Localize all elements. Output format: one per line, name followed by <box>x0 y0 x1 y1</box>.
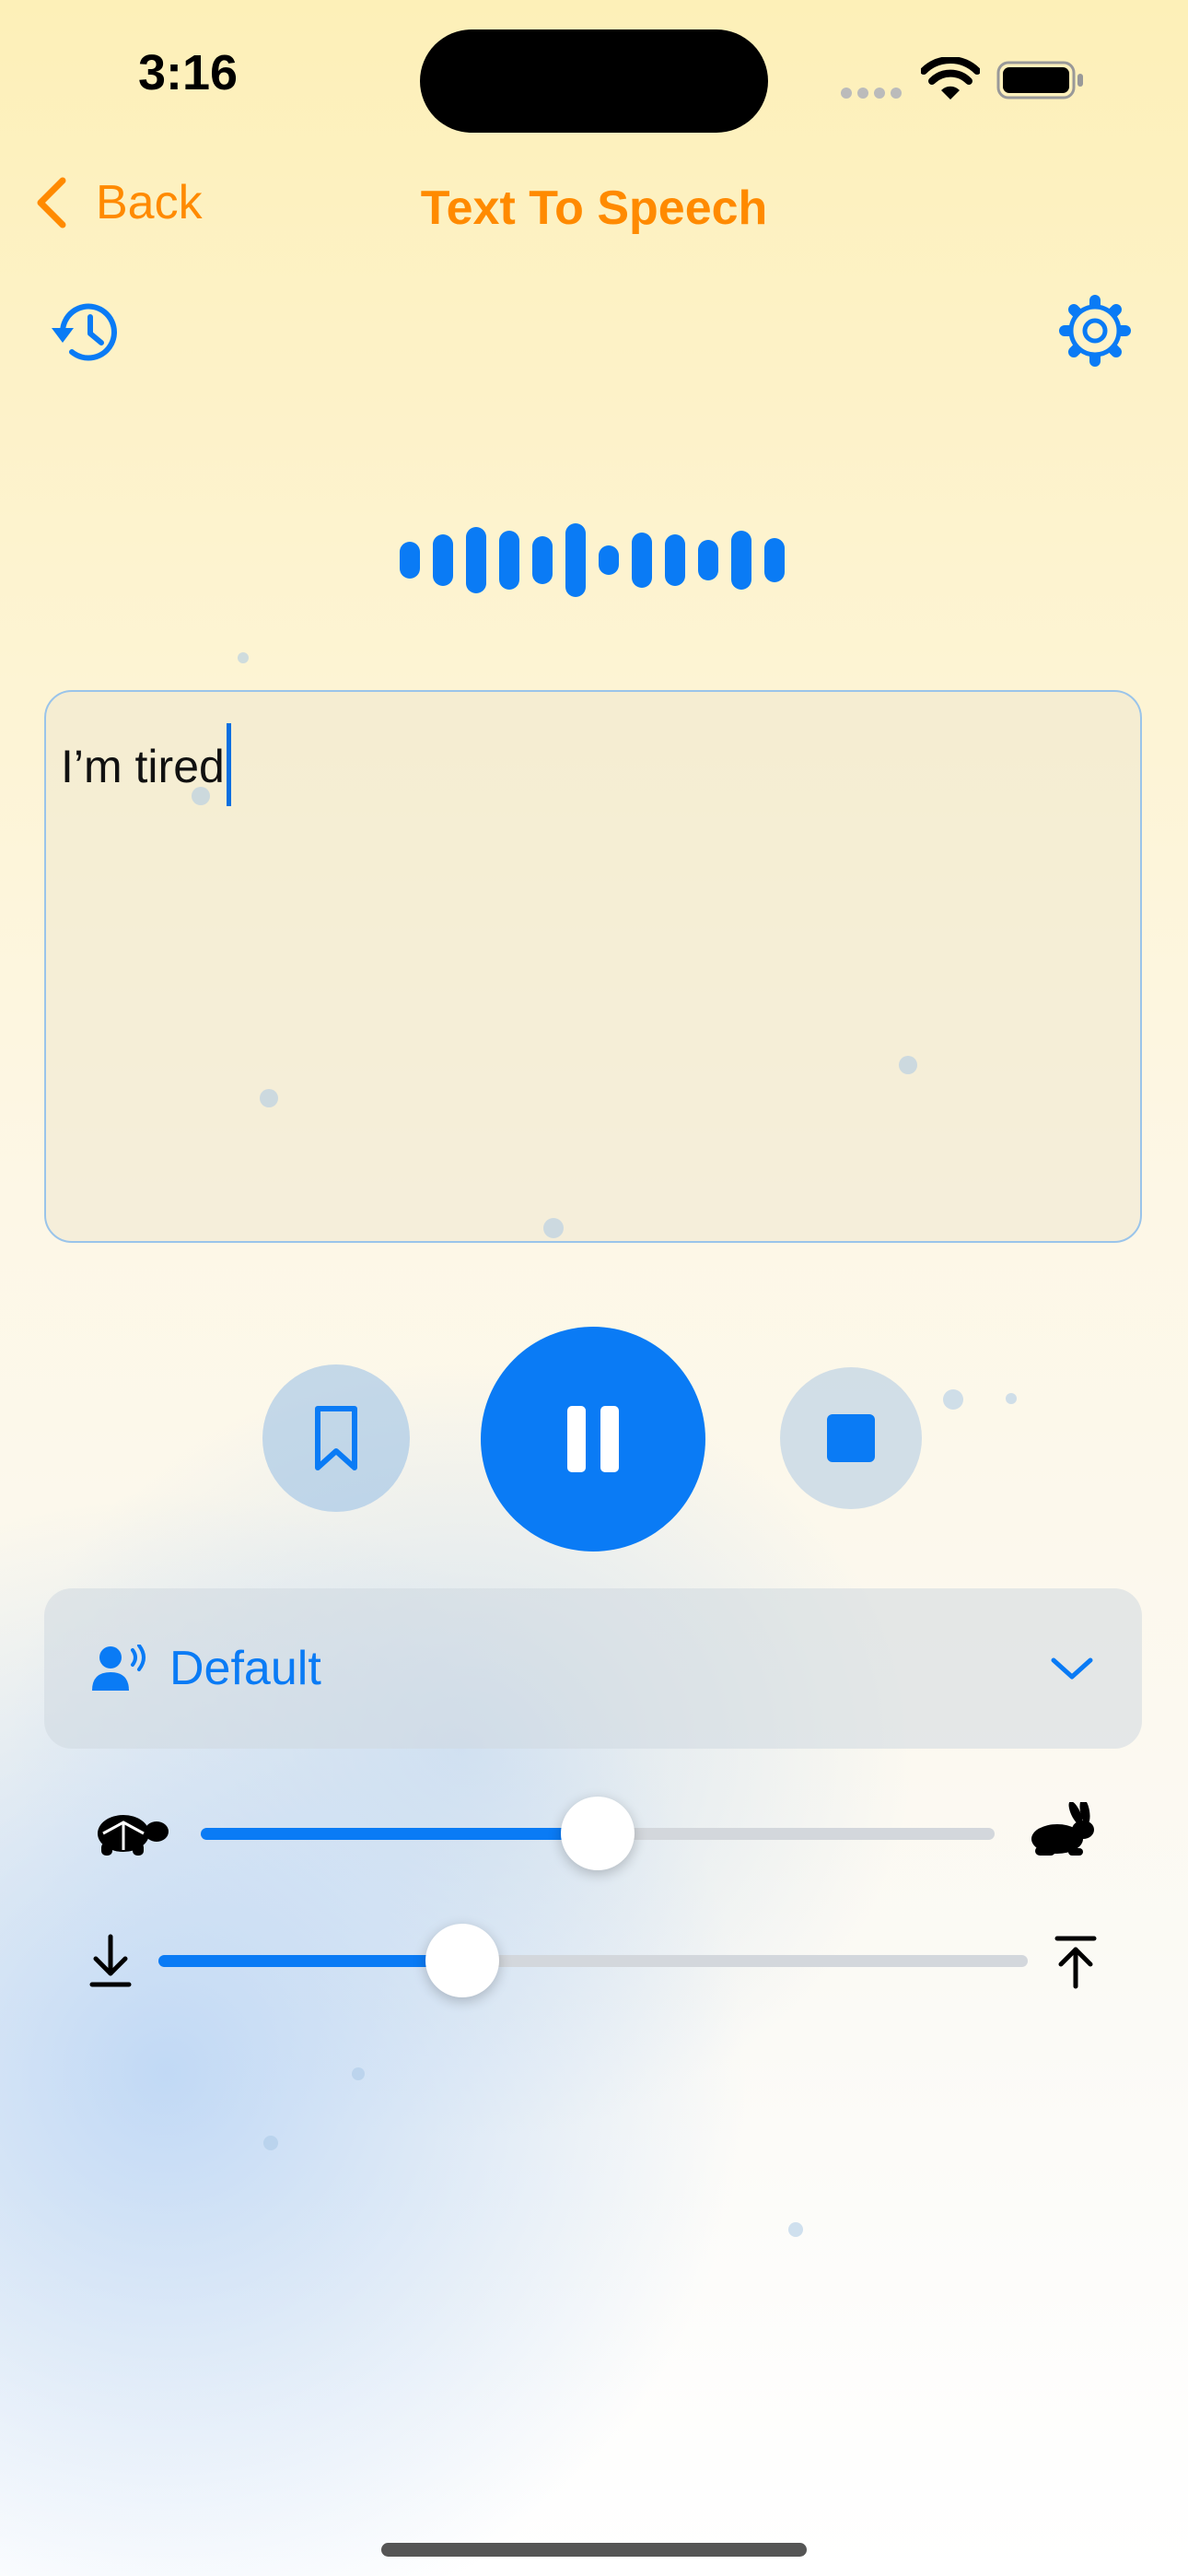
decor-speck <box>352 2067 365 2080</box>
waveform-icon <box>400 523 785 597</box>
status-time: 3:16 <box>138 45 239 100</box>
pitch-slider-thumb[interactable] <box>425 1924 499 1997</box>
decor-speck <box>238 652 249 663</box>
stop-button[interactable] <box>780 1367 922 1509</box>
home-indicator <box>381 2543 807 2557</box>
tortoise-icon <box>98 1815 169 1856</box>
decor-speck <box>263 2136 278 2150</box>
gear-icon[interactable] <box>1059 295 1131 367</box>
speed-slider-fill <box>201 1828 598 1840</box>
bookmark-button[interactable] <box>262 1364 410 1512</box>
speed-slider-thumb[interactable] <box>561 1797 635 1870</box>
pause-button[interactable] <box>481 1327 705 1551</box>
chevron-down-icon <box>1051 1657 1093 1680</box>
hare-icon <box>1031 1802 1094 1856</box>
decor-speck <box>788 2222 803 2237</box>
cellular-signal-icon <box>841 88 902 99</box>
wifi-icon <box>921 57 980 100</box>
decor-speck <box>899 1056 917 1074</box>
text-caret <box>226 723 231 806</box>
arrow-down-to-line-icon <box>89 1934 132 1987</box>
decor-speck <box>943 1389 963 1410</box>
pitch-slider[interactable] <box>158 1924 1028 1997</box>
text-input[interactable]: I’m tired <box>44 690 1142 1243</box>
page-title: Text To Speech <box>420 181 768 235</box>
bookmark-icon <box>315 1406 357 1470</box>
speed-slider[interactable] <box>201 1797 995 1870</box>
voice-selected-label: Default <box>169 1642 321 1695</box>
stop-icon <box>827 1414 875 1462</box>
text-input-value: I’m tired <box>61 741 225 792</box>
voice-dropdown[interactable]: Default <box>44 1588 1142 1749</box>
dynamic-island <box>420 29 768 133</box>
pitch-slider-fill <box>158 1955 462 1967</box>
voice-icon <box>92 1645 146 1691</box>
arrow-up-to-line-icon <box>1054 1936 1097 1989</box>
decor-speck <box>260 1089 278 1107</box>
battery-icon <box>996 61 1083 100</box>
decor-speck <box>192 787 210 805</box>
decor-speck <box>543 1218 564 1238</box>
decor-speck <box>1006 1393 1017 1404</box>
history-icon[interactable] <box>50 297 125 367</box>
pause-icon <box>567 1406 619 1472</box>
